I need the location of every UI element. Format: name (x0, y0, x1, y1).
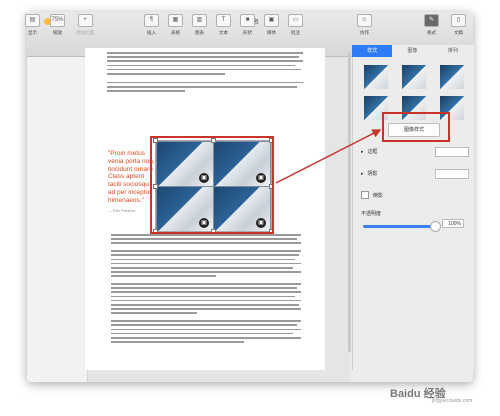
watermark-url: jingyan.baidu.com (432, 398, 473, 404)
annotation-arrow (275, 129, 382, 184)
